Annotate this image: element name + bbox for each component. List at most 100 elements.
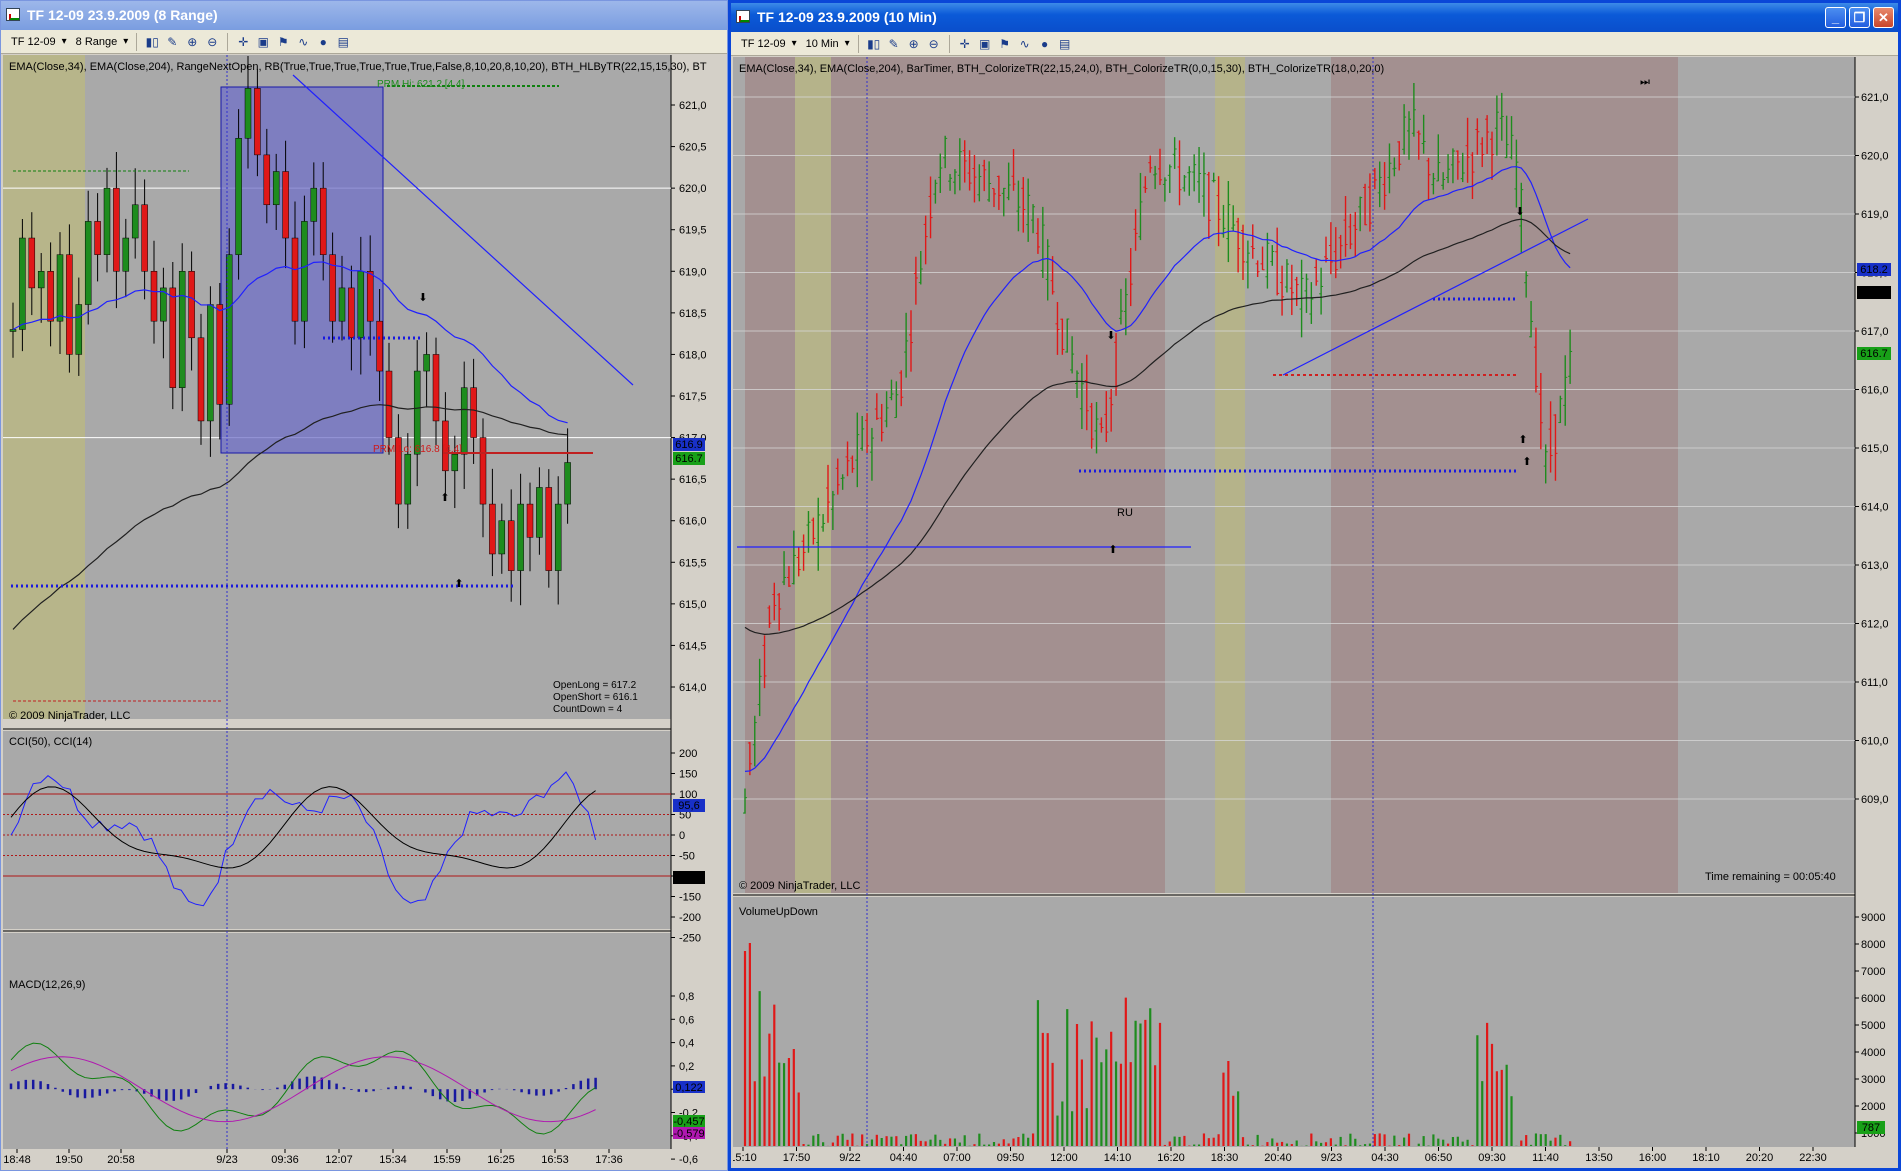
crosshair-icon[interactable]: ✛ [235, 34, 251, 50]
macd-label: MACD(12,26,9) [9, 979, 86, 991]
indicator-icon[interactable]: ∿ [1017, 36, 1033, 52]
properties-icon[interactable]: ▣ [977, 36, 993, 52]
cci-tag-label: 95,6 [678, 800, 699, 812]
time-remaining-label: Time remaining = 00:05:40 [1705, 871, 1836, 883]
y-tick-label: 150 [679, 769, 697, 781]
y-tick-label: 619,0 [1861, 209, 1889, 221]
left-window-titlebar[interactable]: TF 12-09 23.9.2009 (8 Range) [1, 1, 727, 30]
left-chart-window[interactable]: TF 12-09 23.9.2009 (8 Range) TF 12-09 8 … [0, 0, 728, 1171]
x-tick-label: 17:50 [783, 1152, 811, 1164]
left-instrument-dropdown[interactable]: TF 12-09 [7, 36, 68, 48]
strategy-icon[interactable]: ⚑ [275, 34, 291, 50]
y-tick-label: 2000 [1861, 1101, 1885, 1113]
sell-arrow: ⬇ [418, 292, 427, 304]
left-chart-area[interactable]: 621,0 620,5 620,0 619,5 619,0 618,5 618,0 617,5… [3, 55, 727, 1168]
right-volume-panel-bg [733, 897, 1855, 1147]
candle [291, 237, 299, 322]
zoom-in-icon[interactable]: ⊕ [184, 34, 200, 50]
zoom-out-icon[interactable]: ⊖ [204, 34, 220, 50]
y-tick-label: 618,5 [679, 308, 707, 320]
session-shade [1215, 57, 1245, 893]
candle [263, 154, 271, 206]
zoom-in-icon[interactable]: ⊕ [906, 36, 922, 52]
candle [94, 221, 101, 255]
bar-type-icon[interactable]: ▮▯ [866, 36, 882, 52]
macd-tag-label: 0,122 [675, 1082, 703, 1094]
candle [75, 304, 83, 355]
candle [489, 503, 496, 555]
y-tick-label: -250 [679, 933, 701, 945]
candle [554, 503, 562, 571]
indicator-icon[interactable]: ∿ [295, 34, 311, 50]
y-tick-label: -200 [679, 912, 701, 924]
candle [470, 387, 477, 438]
buy-arrow: ⬆ [454, 578, 463, 590]
x-tick-label: 16:53 [541, 1154, 569, 1166]
right-period-dropdown[interactable]: 10 Min [802, 38, 851, 50]
x-tick-label: 20:40 [1264, 1152, 1292, 1164]
record-icon[interactable]: ● [1037, 36, 1053, 52]
y-tick-label: 5000 [1861, 1020, 1885, 1032]
scroll-to-end-icon: ⏭ [1640, 76, 1650, 88]
right-instrument-dropdown[interactable]: TF 12-09 [737, 38, 798, 50]
candle [244, 88, 252, 139]
x-tick-label: 04:30 [1371, 1152, 1399, 1164]
x-tick-label: 17:36 [595, 1154, 623, 1166]
draw-tool-icon[interactable]: ✎ [886, 36, 902, 52]
right-chart-canvas[interactable]: 621,0620,0619,0618,0617,0616,0615,0614,0… [733, 57, 1896, 1166]
x-tick-label: 9/23 [216, 1154, 237, 1166]
right-indicators-label: EMA(Close,34), EMA(Close,204), BarTimer,… [739, 63, 1385, 75]
x-tick-label: 15:59 [433, 1154, 461, 1166]
strategy-icon[interactable]: ⚑ [997, 36, 1013, 52]
sell-arrow: ⬇ [1106, 330, 1115, 342]
y-tick-label: 0,6 [679, 1014, 694, 1026]
y-tick-label: 611,0 [1861, 677, 1888, 689]
x-tick-label: 07:00 [943, 1152, 971, 1164]
session-shade [3, 55, 85, 719]
left-chart-canvas[interactable]: 621,0 620,5 620,0 619,5 619,0 618,5 618,0 617,5… [3, 55, 727, 1168]
ru-label: RU [1117, 507, 1133, 519]
candle [517, 503, 524, 571]
restore-button[interactable]: ❐ [1849, 7, 1870, 28]
data-box-icon[interactable]: ▤ [335, 34, 351, 50]
sell-arrow: ⬇ [1515, 206, 1524, 218]
y-tick-label: 617,5 [679, 391, 707, 403]
session-shade [1331, 57, 1678, 893]
y-tick-label: -150 [679, 892, 701, 904]
right-chart-window[interactable]: TF 12-09 23.9.2009 (10 Min) _ ❐ ✕ TF 12-… [728, 0, 1901, 1171]
candle [545, 487, 553, 571]
right-chart-area[interactable]: 621,0620,0619,0618,0617,0616,0615,0614,0… [733, 57, 1896, 1166]
y-tick-label: 616,0 [679, 516, 707, 528]
candle [338, 287, 346, 322]
x-tick-label: 9/23 [1321, 1152, 1342, 1164]
countdown-label: CountDown = 4 [553, 704, 623, 715]
close-button[interactable]: ✕ [1873, 7, 1894, 28]
crosshair-icon[interactable]: ✛ [957, 36, 973, 52]
draw-tool-icon[interactable]: ✎ [164, 34, 180, 50]
left-panel-bg-2 [3, 933, 671, 1149]
y-tick-label: 613,0 [1861, 560, 1889, 572]
x-tick-label: 19:50 [55, 1154, 83, 1166]
x-tick-label: 13:50 [1585, 1152, 1613, 1164]
right-copyright: © 2009 NinjaTrader, LLC [739, 880, 861, 892]
y-tick-label: 621,0 [1861, 92, 1889, 104]
price-tag-label: 616.7 [1860, 348, 1888, 360]
candle [272, 171, 280, 206]
properties-icon[interactable]: ▣ [255, 34, 271, 50]
candle [479, 437, 487, 505]
minimize-button[interactable]: _ [1825, 7, 1846, 28]
session-shade [831, 57, 1165, 893]
left-period-dropdown[interactable]: 8 Range [72, 36, 130, 48]
right-window-titlebar[interactable]: TF 12-09 23.9.2009 (10 Min) _ ❐ ✕ [731, 3, 1898, 32]
data-box-icon[interactable]: ▤ [1057, 36, 1073, 52]
candle [564, 462, 571, 505]
bar-type-icon[interactable]: ▮▯ [144, 34, 160, 50]
y-tick-label: 619,0 [679, 266, 707, 278]
y-tick-label: 615,5 [679, 557, 707, 569]
zoom-out-icon[interactable]: ⊖ [926, 36, 942, 52]
record-icon[interactable]: ● [315, 34, 331, 50]
candle [47, 271, 54, 322]
x-tick-label: 16:25 [487, 1154, 515, 1166]
candle [113, 187, 120, 272]
x-tick-label: 09:30 [1478, 1152, 1506, 1164]
